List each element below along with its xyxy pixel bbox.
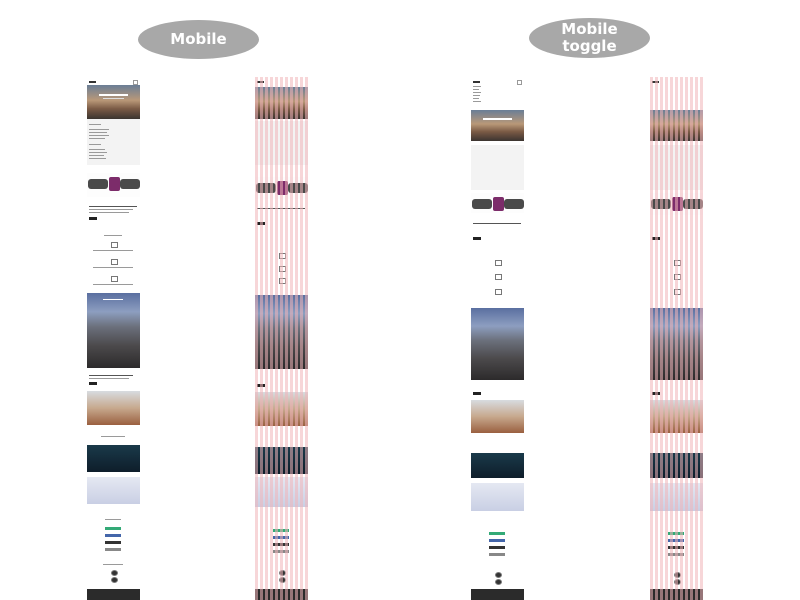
social-icon[interactable]	[279, 577, 286, 583]
team-image	[255, 392, 308, 426]
partner-logo	[273, 543, 289, 546]
content-panel	[650, 145, 703, 190]
mobile-mockup	[87, 77, 140, 600]
partner-logo	[273, 550, 289, 553]
mockup-header	[650, 77, 703, 87]
footer	[255, 589, 308, 600]
logo-icon	[473, 81, 480, 83]
puzzle-image	[471, 193, 524, 213]
partner-logo	[105, 527, 121, 530]
cta-button[interactable]	[257, 222, 265, 225]
partner-logo	[668, 553, 684, 556]
city-image	[255, 295, 308, 369]
mobile-toggle-label-line2: toggle	[562, 37, 617, 55]
product-image-light	[87, 477, 140, 504]
feature-icon	[279, 253, 286, 259]
feature-icon	[674, 260, 681, 266]
mockup-header	[255, 77, 308, 87]
cta-button[interactable]	[473, 237, 481, 240]
partner-logo	[273, 529, 289, 532]
cta-button[interactable]	[89, 217, 97, 220]
social-icon[interactable]	[279, 570, 286, 576]
puzzle-image	[255, 177, 308, 199]
hero-image	[255, 87, 308, 119]
mobile-label-text: Mobile	[170, 30, 227, 48]
footer	[650, 589, 703, 600]
product-image-dark	[650, 453, 703, 478]
logo-icon	[89, 81, 96, 83]
content-panel	[87, 119, 140, 165]
product-image-dark	[471, 453, 524, 478]
social-icon[interactable]	[495, 579, 502, 585]
social-icon[interactable]	[495, 572, 502, 578]
social-icon[interactable]	[111, 570, 118, 576]
city-image	[87, 293, 140, 368]
partner-logo	[105, 541, 121, 544]
partner-logo	[489, 539, 505, 542]
social-icon[interactable]	[674, 572, 681, 578]
feature-icon	[495, 260, 502, 266]
logo-icon	[257, 81, 264, 83]
product-image-light	[255, 477, 308, 507]
partner-logo	[489, 553, 505, 556]
feature-icon	[111, 259, 118, 265]
footer	[471, 589, 524, 600]
product-image-dark	[87, 445, 140, 472]
feature-icon	[111, 242, 118, 248]
logo-icon	[652, 81, 659, 83]
mobile-toggle-label: Mobile toggle	[529, 18, 650, 58]
menu-icon[interactable]	[517, 80, 522, 85]
feature-icon	[674, 274, 681, 280]
mobile-toggle-mockup	[471, 77, 524, 600]
mobile-toggle-label-line1: Mobile	[561, 20, 618, 38]
feature-icon	[495, 274, 502, 280]
feature-icon	[279, 266, 286, 272]
footer	[87, 589, 140, 600]
partner-logo	[105, 534, 121, 537]
content-panel	[471, 145, 524, 190]
partner-logo	[668, 539, 684, 542]
puzzle-image	[87, 173, 140, 197]
cta-button[interactable]	[652, 237, 660, 240]
puzzle-image	[650, 193, 703, 215]
hero-image	[471, 110, 524, 141]
social-icon[interactable]	[111, 577, 118, 583]
feature-icon	[674, 289, 681, 295]
product-image-dark	[255, 447, 308, 474]
partner-logo	[273, 536, 289, 539]
partner-logo	[489, 532, 505, 535]
social-icon[interactable]	[674, 579, 681, 585]
cta-button[interactable]	[473, 392, 481, 395]
cta-button[interactable]	[652, 392, 660, 395]
content-panel	[255, 121, 308, 165]
product-image-light	[471, 483, 524, 511]
cta-button[interactable]	[257, 384, 265, 387]
team-image	[471, 400, 524, 433]
partner-logo	[105, 548, 121, 551]
mobile-label: Mobile	[138, 20, 259, 59]
hero-image	[650, 110, 703, 141]
city-image	[471, 308, 524, 380]
feature-icon	[279, 278, 286, 284]
partner-logo	[489, 546, 505, 549]
product-image-light	[650, 483, 703, 511]
feature-icon	[495, 289, 502, 295]
team-image	[650, 400, 703, 433]
cta-button[interactable]	[89, 382, 97, 385]
hero-image	[87, 85, 140, 119]
mobile-toggle-grid-mockup	[650, 77, 703, 600]
feature-icon	[111, 276, 118, 282]
mobile-grid-mockup	[255, 77, 308, 600]
partner-logo	[668, 532, 684, 535]
partner-logo	[668, 546, 684, 549]
city-image	[650, 308, 703, 380]
team-image	[87, 391, 140, 425]
